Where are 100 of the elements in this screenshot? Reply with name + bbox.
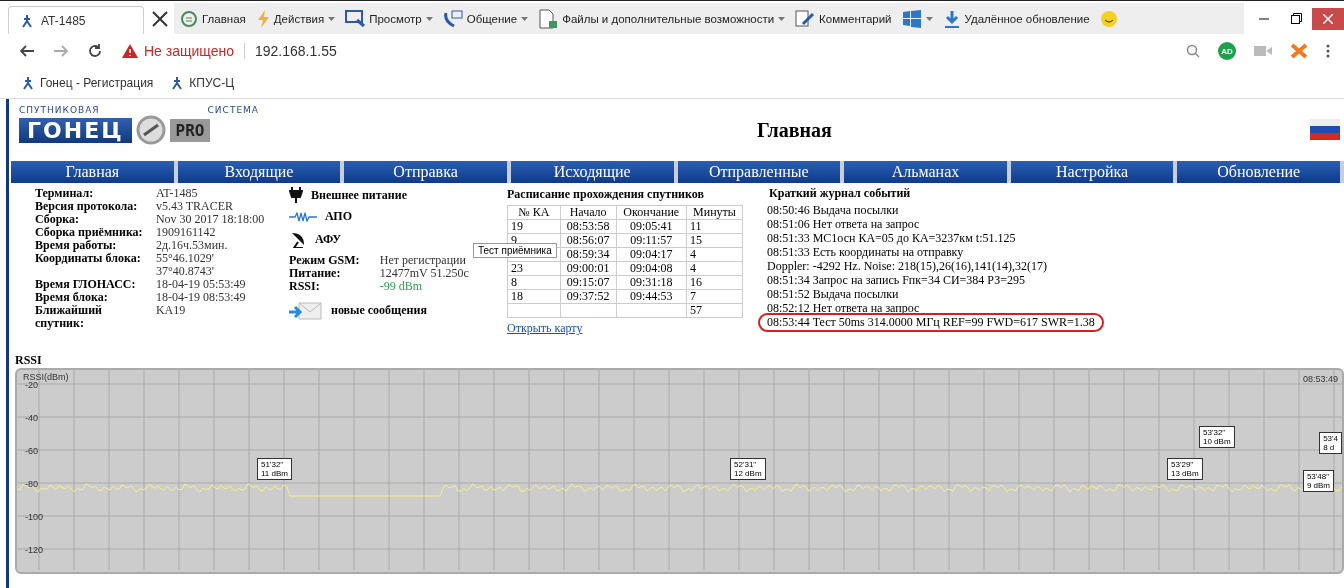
monitor-icon bbox=[345, 9, 366, 28]
info-value: 2д.16ч.53мин. bbox=[155, 239, 229, 252]
info-value: 55°46.1029' 37°40.8743' bbox=[155, 252, 214, 278]
back-icon[interactable] bbox=[20, 45, 34, 57]
log-entry: 08:51:06 Нет ответа на запрос bbox=[766, 218, 921, 231]
table-cell: 4 bbox=[686, 247, 743, 262]
info-value: -99 dBm bbox=[379, 280, 424, 293]
table-cell: 08:56:07 bbox=[560, 233, 616, 248]
axis-tick-label: -20 bbox=[25, 380, 38, 390]
info-value: KA19 bbox=[155, 304, 187, 319]
axis-tick-label: -40 bbox=[25, 413, 38, 423]
log-entry: 08:51:34 Запрос на запись Fпк=34 СИ=384 РЗ=295 bbox=[766, 274, 1026, 287]
toolbar-item[interactable] bbox=[901, 9, 933, 28]
table-cell: 09:31:18 bbox=[616, 275, 687, 290]
smiley-icon[interactable] bbox=[1099, 9, 1118, 28]
info-value: 12477mV 51.250c bbox=[379, 267, 470, 280]
table-cell: 08:59:34 bbox=[560, 247, 616, 262]
info-value: AT-1485 bbox=[155, 187, 199, 200]
note-pencil-icon bbox=[795, 9, 816, 28]
forward-icon[interactable] bbox=[54, 45, 68, 57]
nav-link[interactable]: Входящие bbox=[177, 161, 345, 183]
journal-title: Краткий журнал событий bbox=[768, 187, 912, 200]
caret-icon bbox=[521, 16, 529, 21]
info-label: Режим GSM: bbox=[289, 254, 361, 267]
nav-link[interactable]: Отправленные bbox=[677, 161, 845, 183]
column-header: Начало bbox=[560, 205, 616, 220]
column-header: Окончание bbox=[616, 205, 687, 220]
messages-label[interactable]: новые сообщения bbox=[331, 302, 427, 318]
table-cell: 08:53:58 bbox=[560, 219, 616, 234]
peak-callout: 52'31" 12 dBm bbox=[730, 458, 766, 480]
info-value: 18-04-19 08:53:49 bbox=[155, 291, 247, 304]
time-label: 08:53:49 bbox=[1302, 374, 1338, 384]
nav-link[interactable]: Исходящие bbox=[510, 161, 678, 183]
nav-link[interactable]: Альманах bbox=[844, 161, 1011, 183]
browser-tab[interactable]: AT-1485 bbox=[8, 6, 144, 34]
map-link[interactable]: Открыть карту bbox=[507, 321, 743, 336]
lightning-icon bbox=[255, 9, 270, 28]
stick-figure-icon bbox=[171, 76, 184, 90]
caret-icon bbox=[328, 16, 336, 21]
bookmark-link[interactable]: Гонец - Регистрация bbox=[22, 76, 154, 90]
axis-tick-label: -100 bbox=[25, 512, 43, 522]
info-label: Питание: bbox=[289, 267, 342, 280]
stick-figure-icon bbox=[21, 13, 33, 28]
toolbar-item[interactable]: Файлы и дополнительные возможности bbox=[538, 8, 786, 29]
log-entry: 08:52:12 Нет ответа на запрос bbox=[766, 302, 921, 315]
table-cell: 18 bbox=[507, 289, 561, 304]
axis-title: RSSI(dBm) bbox=[23, 372, 69, 382]
table-cell: 4 bbox=[686, 261, 743, 276]
peak-callout: 53'29" 13 dBm bbox=[1167, 458, 1203, 480]
toolbar-item[interactable]: Действия bbox=[255, 9, 336, 28]
table-cell: 8 bbox=[507, 275, 561, 290]
info-value: Нет регистрации bbox=[379, 254, 467, 267]
nav-link[interactable]: Отправка bbox=[344, 161, 511, 183]
page-title: Главная bbox=[756, 118, 833, 142]
table-cell: 09:04:08 bbox=[616, 261, 687, 276]
address-field[interactable]: 192.168.1.55 bbox=[244, 43, 337, 59]
axis-tick-label: -80 bbox=[25, 479, 38, 489]
toolbar-item[interactable]: Общение bbox=[442, 9, 529, 28]
bookmark-link[interactable]: КПУС-Ц bbox=[171, 76, 235, 90]
toolbar-item[interactable]: Комментарий bbox=[795, 9, 892, 28]
info-label: Сборка: bbox=[35, 213, 80, 226]
info-label: Ближайший спутник: bbox=[35, 304, 103, 330]
search-icon[interactable] bbox=[1186, 44, 1200, 58]
table-cell: 19 bbox=[507, 219, 561, 234]
nav-link[interactable]: Настройка bbox=[1010, 161, 1178, 183]
info-label: Координаты блока: bbox=[35, 252, 142, 267]
nav-link[interactable]: Обновление bbox=[1177, 161, 1344, 183]
info-value: 18-04-19 05:53:49 bbox=[155, 278, 247, 291]
tooltip: Тест приёмника bbox=[473, 243, 557, 258]
table-cell: 09:00:01 bbox=[560, 261, 616, 276]
security-label[interactable]: Не защищено bbox=[144, 43, 234, 59]
status-label: Внешнее питание bbox=[311, 187, 407, 203]
toolbar-item[interactable]: Главная bbox=[180, 9, 246, 28]
chart-label: RSSI bbox=[15, 353, 42, 368]
envelope-icon[interactable] bbox=[289, 299, 323, 321]
log-entry: 08:50:46 Выдача посылки bbox=[766, 204, 900, 217]
axis-tick-label: -60 bbox=[25, 446, 38, 456]
table-cell: 09:05:41 bbox=[616, 219, 687, 234]
info-label: Время блока: bbox=[35, 291, 109, 304]
info-label: RSSI: bbox=[289, 280, 321, 293]
table-cell: 23 bbox=[507, 261, 561, 276]
toolbar-item[interactable]: Просмотр bbox=[345, 9, 433, 28]
status-label: АФУ bbox=[315, 231, 342, 247]
extension-icon[interactable] bbox=[1290, 43, 1308, 59]
table-cell: 09:04:17 bbox=[616, 247, 687, 262]
nav-link[interactable]: Главная bbox=[11, 161, 178, 183]
table-cell: 15 bbox=[686, 233, 743, 248]
close-icon[interactable] bbox=[152, 11, 168, 27]
toolbar-item[interactable]: Удалённое обновление bbox=[942, 9, 1090, 28]
logo: СПУТНИКОВАЯ СИСТЕМА ГОНЕЦ PRO bbox=[19, 105, 260, 147]
menu-icon[interactable] bbox=[1326, 44, 1330, 58]
table-cell: 7 bbox=[686, 289, 743, 304]
reload-icon[interactable] bbox=[88, 44, 102, 58]
log-entry: Doppler: -4292 Hz. Noise: 218(15),26(16),141(14),32(17) bbox=[766, 260, 1048, 273]
stick-figure-icon bbox=[22, 76, 34, 90]
info-value: v5.43 TRACER bbox=[155, 200, 235, 213]
caret-icon bbox=[778, 16, 786, 21]
column-header: № КА bbox=[507, 205, 561, 220]
log-entry: 08:51:33 Есть координаты на отправку bbox=[766, 246, 965, 259]
peak-callout: 53'32" 10 dBm bbox=[1199, 426, 1235, 448]
